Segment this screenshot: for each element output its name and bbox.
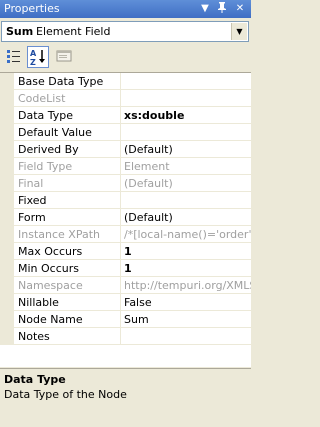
property-value[interactable]: 1 [121, 243, 251, 260]
sort-alphabetical-icon: A Z [30, 49, 45, 67]
property-value[interactable] [121, 124, 251, 141]
property-row[interactable]: Base Data Type [0, 73, 251, 90]
property-name: Min Occurs [14, 260, 121, 277]
property-name: Node Name [14, 311, 121, 328]
selected-object-type: Element Field [36, 25, 111, 38]
property-value[interactable]: xs:double [121, 107, 251, 124]
property-name: Derived By [14, 141, 121, 158]
chevron-down-icon[interactable]: ▼ [231, 23, 247, 40]
row-gutter [0, 124, 14, 141]
row-gutter [0, 226, 14, 243]
property-name: Max Occurs [14, 243, 121, 260]
row-gutter [0, 90, 14, 107]
property-name: CodeList [14, 90, 121, 107]
property-name: Notes [14, 328, 121, 345]
property-value[interactable] [121, 73, 251, 90]
property-value: (Default) [121, 175, 251, 192]
description-panel: Data Type Data Type of the Node [0, 368, 251, 427]
row-gutter [0, 158, 14, 175]
property-value [121, 90, 251, 107]
property-row[interactable]: Default Value [0, 124, 251, 141]
property-row[interactable]: Namespacehttp://tempuri.org/XMLSche [0, 277, 251, 294]
property-pages-button[interactable] [54, 46, 76, 68]
property-name: Form [14, 209, 121, 226]
description-text: Data Type of the Node [4, 388, 127, 401]
property-value: Element [121, 158, 251, 175]
property-value: /*[local-name()='order' and [121, 226, 251, 243]
svg-text:A: A [30, 49, 37, 58]
property-row[interactable]: Final (Default) [0, 175, 251, 192]
window-title: Properties [4, 2, 60, 15]
property-value[interactable]: Sum [121, 311, 251, 328]
property-name: Fixed [14, 192, 121, 209]
row-gutter [0, 141, 14, 158]
row-gutter [0, 277, 14, 294]
property-row[interactable]: Form (Default) [0, 209, 251, 226]
property-name: Nillable [14, 294, 121, 311]
row-gutter [0, 73, 14, 90]
property-name: Data Type [14, 107, 121, 124]
alphabetical-button[interactable]: A Z [27, 46, 49, 68]
property-name: Namespace [14, 277, 121, 294]
property-row[interactable]: Field Type Element [0, 158, 251, 175]
property-value[interactable]: (Default) [121, 141, 251, 158]
categorized-button[interactable] [4, 46, 26, 68]
close-icon[interactable]: ✕ [232, 1, 248, 17]
row-gutter [0, 175, 14, 192]
description-title: Data Type [4, 373, 66, 386]
property-row[interactable]: Notes [0, 328, 251, 345]
property-name: Field Type [14, 158, 121, 175]
categorized-icon [7, 50, 20, 63]
title-bar: Properties ▼ ✕ [0, 0, 251, 18]
row-gutter [0, 294, 14, 311]
property-row[interactable]: CodeList [0, 90, 251, 107]
property-value[interactable] [121, 328, 251, 345]
property-row[interactable]: Nillable False [0, 294, 251, 311]
property-name: Final [14, 175, 121, 192]
row-gutter [0, 260, 14, 277]
pin-icon[interactable] [214, 1, 230, 17]
row-gutter [0, 311, 14, 328]
row-gutter [0, 107, 14, 124]
property-row[interactable]: Derived By (Default) [0, 141, 251, 158]
property-name: Instance XPath [14, 226, 121, 243]
property-pages-icon [56, 50, 72, 62]
property-value[interactable]: False [121, 294, 251, 311]
properties-toolbar: A Z [0, 44, 251, 71]
property-value[interactable]: 1 [121, 260, 251, 277]
object-selector[interactable]: Sum Element Field ▼ [1, 21, 249, 42]
property-value[interactable] [121, 192, 251, 209]
property-row[interactable]: Min Occurs 1 [0, 260, 251, 277]
property-value: http://tempuri.org/XMLSche [121, 277, 251, 294]
property-row[interactable]: Max Occurs 1 [0, 243, 251, 260]
row-gutter [0, 192, 14, 209]
property-grid: Base Data Type CodeList Data Type xs:double… [0, 72, 251, 367]
property-name: Default Value [14, 124, 121, 141]
selected-object-name: Sum [6, 25, 34, 38]
svg-text:Z: Z [30, 58, 36, 67]
row-gutter [0, 243, 14, 260]
row-gutter [0, 328, 14, 345]
property-name: Base Data Type [14, 73, 121, 90]
property-row[interactable]: Node Name Sum [0, 311, 251, 328]
property-value[interactable]: (Default) [121, 209, 251, 226]
property-row[interactable]: Data Type xs:double [0, 107, 251, 124]
row-gutter [0, 209, 14, 226]
property-row[interactable]: Instance XPath/*[local-name()='order' an… [0, 226, 251, 243]
window-position-button[interactable]: ▼ [197, 1, 213, 17]
property-row[interactable]: Fixed [0, 192, 251, 209]
